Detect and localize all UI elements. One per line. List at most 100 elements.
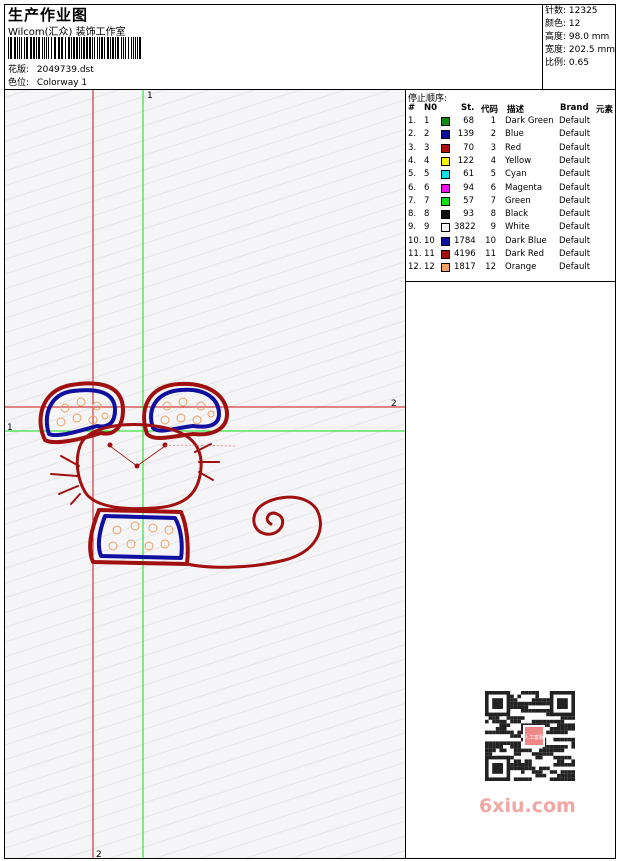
color-swatch [441,170,450,180]
stop-sequence-table: 停止顺序: # N0 St. 代码 描述 Brand 元素 1. 1 68 1 Dark… [406,90,615,282]
row-code: 7 [490,195,496,206]
row-index: 8. [408,209,417,220]
guide-marker-2-right: 2 [391,399,397,409]
table-row[interactable]: 11. 11 4196 11 Dark Red Default [406,248,615,261]
qr-code-icon: 人工客服 [473,685,589,793]
row-index: 12. [408,262,422,273]
row-brand: Default [559,249,591,259]
table-row[interactable]: 10. 10 1784 10 Dark Blue Default [406,235,615,248]
row-number: 1 [424,116,430,126]
color-swatch [441,236,450,246]
table-row[interactable]: 5. 5 61 5 Cyan Default [406,168,615,181]
row-number: 7 [424,195,430,206]
row-description: Dark Red [505,249,545,259]
row-description: Cyan [505,169,527,180]
row-number: 9 [424,222,430,233]
table-row[interactable]: 9. 9 3822 9 White Default [406,221,615,234]
table-row[interactable]: 1. 1 68 1 Dark Green Default [406,115,615,128]
row-stitches: 3822 [454,222,476,233]
header-panel: 生产作业图 Wilcom(汇众) 装饰工作室 花版: 2049739.dst 色… [5,5,615,90]
row-number: 5 [424,169,430,180]
page-title: 生产作业图 [8,6,89,24]
row-brand: Default [559,235,591,246]
color-swatch [441,196,450,206]
row-number: 10 [424,235,435,246]
row-description: Green [505,195,531,206]
stat-width: 宽度: 202.5 mm [545,45,616,55]
row-stitches: 61 [463,169,474,180]
row-code: 5 [490,169,496,180]
row-code: 12 [485,262,496,273]
row-stitches: 139 [457,129,474,140]
row-brand: Default [559,209,591,220]
table-row[interactable]: 12. 12 1817 12 Orange Default [406,261,615,274]
row-description: Red [505,142,522,153]
color-swatch [441,263,450,273]
table-row[interactable]: 2. 2 139 2 Blue Default [406,128,615,141]
colorway-info: 色位: Colorway 1 [8,75,87,88]
table-row[interactable]: 7. 7 57 7 Green Default [406,195,615,208]
row-stitches: 70 [463,142,474,153]
row-description: White [505,222,530,233]
design-preview: 1 1 2 2 [5,90,405,858]
table-row[interactable]: 4. 4 122 4 Yellow Default [406,155,615,168]
stat-scale: 比例: 0.65 [545,58,589,68]
row-number: 4 [424,155,430,166]
color-swatch [441,183,450,193]
table-row[interactable]: 6. 6 94 6 Magenta Default [406,182,615,195]
col-element: 元素 [596,105,614,115]
table-header: # N0 St. 代码 描述 Brand 元素 [406,103,615,115]
mouse-eye-left [107,442,113,448]
row-index: 4. [408,155,417,166]
color-swatch [441,223,450,233]
row-number: 12 [424,262,435,273]
canvas-texture [5,90,405,858]
design-value: 2049739.dst [36,65,94,75]
row-code: 11 [485,249,496,259]
row-description: Dark Blue [505,235,547,246]
row-index: 3. [408,142,417,153]
row-description: Blue [505,129,524,140]
color-swatch [441,156,450,166]
row-brand: Default [559,129,591,140]
row-number: 6 [424,182,430,193]
row-number: 11 [424,249,435,259]
row-brand: Default [559,222,591,233]
row-number: 2 [424,129,430,140]
row-index: 1. [408,116,417,126]
color-swatch [441,117,450,126]
row-code: 3 [490,142,496,153]
col-no: N0 [424,103,438,113]
guide-marker-1-left: 1 [7,423,13,433]
row-stitches: 1784 [454,235,476,246]
table-row[interactable]: 8. 8 93 8 Black Default [406,208,615,221]
row-stitches: 94 [463,182,474,193]
row-code: 6 [490,182,496,193]
row-description: Magenta [505,182,543,193]
color-swatch [441,210,450,220]
design-label: 花版: [8,65,30,75]
row-stitches: 57 [463,195,474,206]
qr-badge-text: 人工客服 [524,734,544,741]
design-info: 花版: 2049739.dst [8,62,94,75]
row-code: 10 [485,235,496,246]
table-row[interactable]: 3. 3 70 3 Red Default [406,142,615,155]
colorway-label: 色位: [8,78,30,88]
row-description: Orange [505,262,537,273]
design-canvas[interactable]: 1 1 2 2 [5,90,406,858]
row-brand: Default [559,155,591,166]
row-code: 8 [490,209,496,220]
stat-height: 高度: 98.0 mm [545,32,610,42]
row-index: 2. [408,129,417,140]
row-index: 10. [408,235,422,246]
row-index: 11. [408,249,422,259]
row-stitches: 1817 [454,262,476,273]
row-brand: Default [559,182,591,193]
color-swatch [441,250,450,259]
row-code: 2 [490,129,496,140]
stat-colors: 颜色: 12 [545,19,581,29]
guide-marker-1-top: 1 [147,91,153,101]
stat-stitches: 针数: 12325 [545,6,598,16]
color-swatch [441,143,450,153]
row-brand: Default [559,116,591,126]
